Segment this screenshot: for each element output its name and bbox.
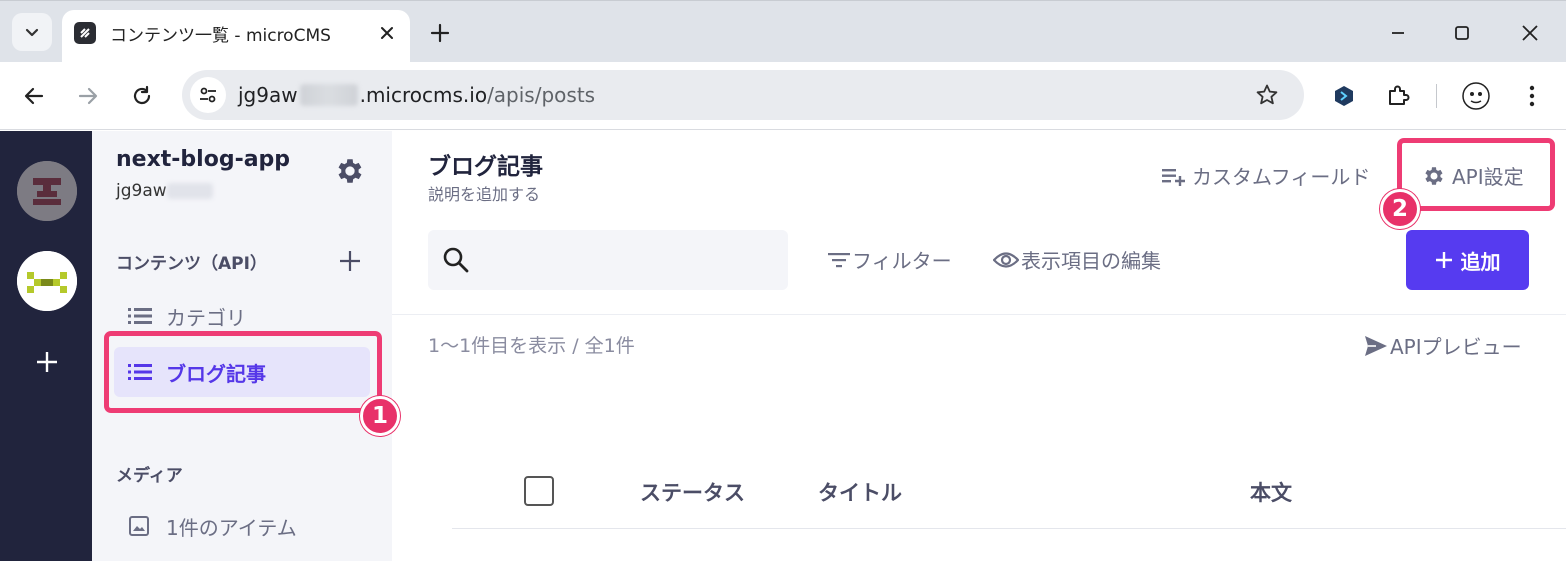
url-text: jg9aw .microcms.io/apis/posts (238, 83, 595, 107)
extensions-puzzle-icon[interactable] (1378, 76, 1418, 116)
api-preview-button[interactable]: APIプレビュー (1364, 331, 1522, 360)
close-icon (1522, 25, 1538, 41)
toolbar-separator (1436, 84, 1437, 108)
service-avatar-2[interactable] (17, 251, 77, 311)
redacted-text (166, 183, 213, 199)
redacted-text (299, 84, 358, 106)
plus-icon (340, 251, 360, 271)
column-header-title[interactable]: タイトル (818, 477, 902, 507)
highlight-box-2 (1397, 138, 1555, 211)
tab-title: コンテンツ一覧 - microCMS (110, 26, 331, 46)
plus-icon (1435, 252, 1452, 268)
maximize-button[interactable] (1442, 17, 1482, 49)
column-header-body[interactable]: 本文 (1250, 477, 1292, 507)
reload-button[interactable] (122, 76, 162, 116)
profile-avatar[interactable] (1456, 76, 1496, 116)
send-icon (1365, 335, 1387, 356)
add-description-link[interactable]: 説明を追加する (428, 181, 540, 205)
step-badge-2: 2 (1380, 189, 1420, 229)
result-count: 1〜1件目を表示 / 全1件 (428, 335, 635, 357)
add-content-button[interactable]: 追加 (1406, 230, 1529, 290)
browser-tab-bar: コンテンツ一覧 - microCMS (0, 0, 1566, 63)
forward-button[interactable] (68, 76, 108, 116)
search-icon (443, 247, 469, 273)
media-section-label: メディア (116, 466, 183, 486)
image-icon (128, 516, 154, 536)
add-api-button[interactable] (334, 245, 366, 277)
service-settings-button[interactable] (332, 153, 368, 189)
browser-tab[interactable]: コンテンツ一覧 - microCMS (62, 10, 410, 63)
extension-icon[interactable] (1324, 76, 1364, 116)
url-prefix: jg9aw (238, 83, 298, 107)
arrow-right-icon (78, 87, 98, 105)
add-button-label: 追加 (1460, 249, 1501, 274)
api-preview-label: APIプレビュー (1390, 335, 1522, 359)
service-id: jg9aw (116, 181, 213, 201)
more-vertical-icon (1529, 85, 1535, 107)
filter-icon (828, 252, 850, 267)
browser-toolbar: jg9aw .microcms.io/apis/posts (0, 62, 1566, 130)
list-icon (128, 306, 154, 326)
divider (392, 314, 1566, 315)
playlist-add-icon (1162, 168, 1185, 186)
filter-label: フィルター (852, 249, 952, 273)
step-badge-1: 1 (360, 396, 400, 436)
minimize-icon (1392, 32, 1404, 34)
close-tab-icon[interactable] (374, 20, 400, 46)
url-path: /apis/posts (487, 83, 596, 107)
sidebar-item-media[interactable]: 1件のアイテム (114, 501, 370, 551)
select-all-checkbox[interactable] (524, 476, 554, 506)
service-name: next-blog-app (116, 147, 291, 172)
contents-section-label: コンテンツ（API） (116, 254, 267, 274)
sidebar-item-label: カテゴリ (166, 305, 246, 330)
service-rail (0, 131, 92, 561)
page-title: ブログ記事 (428, 154, 543, 180)
minimize-button[interactable] (1378, 17, 1418, 49)
plus-icon (37, 352, 57, 372)
edit-columns-button[interactable]: 表示項目の編集 (993, 245, 1161, 274)
sidebar-item-label: 1件のアイテム (166, 515, 297, 540)
tab-search-button[interactable] (12, 13, 52, 51)
filter-button[interactable]: フィルター (828, 245, 952, 274)
service-id-text: jg9aw (116, 181, 167, 201)
chevron-down-icon (25, 28, 39, 37)
close-window-button[interactable] (1510, 17, 1550, 49)
maximize-icon (1455, 26, 1469, 40)
reload-icon (133, 85, 151, 105)
address-bar[interactable]: jg9aw .microcms.io/apis/posts (182, 70, 1304, 120)
tune-icon (200, 87, 216, 103)
edit-columns-label: 表示項目の編集 (1021, 249, 1161, 273)
column-header-status[interactable]: ステータス (640, 477, 745, 507)
url-domain: .microcms.io (359, 83, 488, 107)
plus-icon (430, 23, 450, 43)
table-header: ステータス タイトル 本文 (452, 461, 1566, 529)
new-tab-button[interactable] (424, 17, 456, 49)
bookmark-star-icon[interactable] (1252, 80, 1282, 110)
microcms-favicon-icon (74, 22, 96, 44)
back-button[interactable] (14, 76, 54, 116)
custom-field-label: カスタムフィールド (1192, 165, 1371, 189)
site-info-button[interactable] (190, 77, 226, 113)
more-menu-button[interactable] (1512, 76, 1552, 116)
arrow-left-icon (24, 87, 44, 105)
eye-icon (993, 251, 1019, 268)
gear-icon (338, 159, 362, 183)
highlight-box-1 (104, 331, 382, 413)
service-avatar-1[interactable] (17, 161, 77, 221)
search-input[interactable] (428, 230, 788, 290)
custom-field-button[interactable]: カスタムフィールド (1162, 161, 1370, 190)
add-service-button[interactable] (30, 345, 64, 379)
